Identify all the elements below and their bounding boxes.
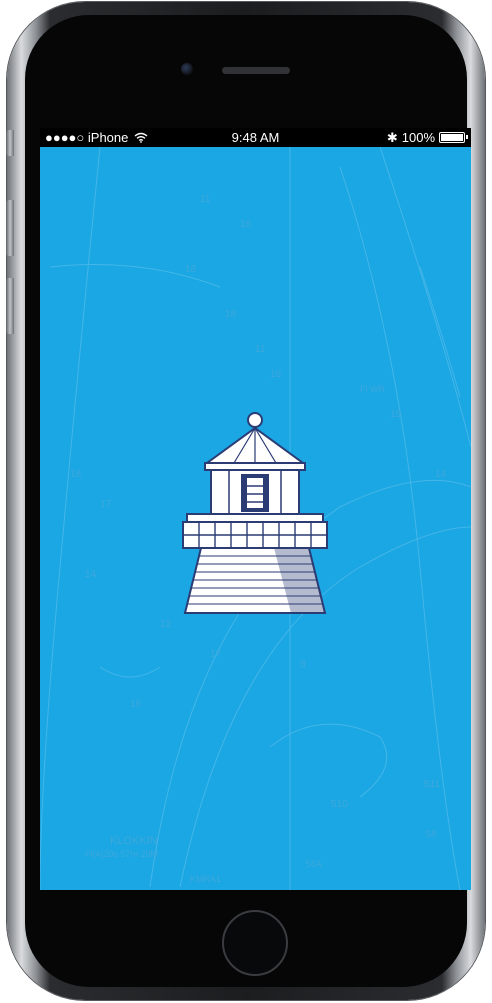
app-screen: ●●●●○ iPhone 9:48 AM ✱ 100% 11 16 18 18 … bbox=[40, 128, 471, 890]
home-button[interactable] bbox=[222, 910, 288, 976]
svg-text:16: 16 bbox=[130, 699, 142, 710]
svg-text:19: 19 bbox=[390, 409, 402, 420]
svg-text:18: 18 bbox=[185, 264, 197, 275]
svg-text:17: 17 bbox=[100, 499, 112, 510]
svg-text:14: 14 bbox=[435, 469, 447, 480]
bluetooth-icon: ✱ bbox=[386, 130, 398, 145]
svg-text:16: 16 bbox=[240, 219, 252, 230]
earpiece-speaker bbox=[222, 67, 290, 74]
svg-text:12: 12 bbox=[160, 619, 172, 630]
chart-label-h: S8 bbox=[425, 829, 436, 839]
lighthouse-logo bbox=[182, 412, 328, 614]
front-camera bbox=[181, 63, 193, 75]
volume-down-button bbox=[6, 278, 14, 334]
chart-label-f: S6A bbox=[305, 859, 322, 869]
battery-icon bbox=[439, 132, 468, 143]
svg-text:18: 18 bbox=[225, 309, 237, 320]
chart-label-e: S10 bbox=[330, 799, 348, 810]
volume-up-button bbox=[6, 200, 14, 256]
chart-label-a: KLOKKIN bbox=[110, 835, 158, 847]
chart-label-g: Fl WR bbox=[360, 384, 385, 394]
status-right: ✱ 100% bbox=[386, 128, 468, 147]
battery-percent: 100% bbox=[401, 130, 435, 145]
chart-label-c: KMRA1 bbox=[190, 874, 221, 884]
svg-text:8: 8 bbox=[300, 659, 306, 670]
chart-label-d: S11 bbox=[423, 779, 440, 790]
svg-text:14: 14 bbox=[85, 569, 97, 580]
svg-text:18: 18 bbox=[70, 469, 82, 480]
mute-switch bbox=[6, 130, 14, 156]
svg-text:11: 11 bbox=[255, 344, 266, 355]
status-bar: ●●●●○ iPhone 9:48 AM ✱ 100% bbox=[40, 128, 471, 147]
svg-text:17: 17 bbox=[210, 649, 222, 660]
svg-text:16: 16 bbox=[270, 369, 282, 380]
chart-label-b: Fl(4)20s 57m 20M bbox=[85, 849, 158, 859]
svg-text:11: 11 bbox=[200, 194, 211, 205]
